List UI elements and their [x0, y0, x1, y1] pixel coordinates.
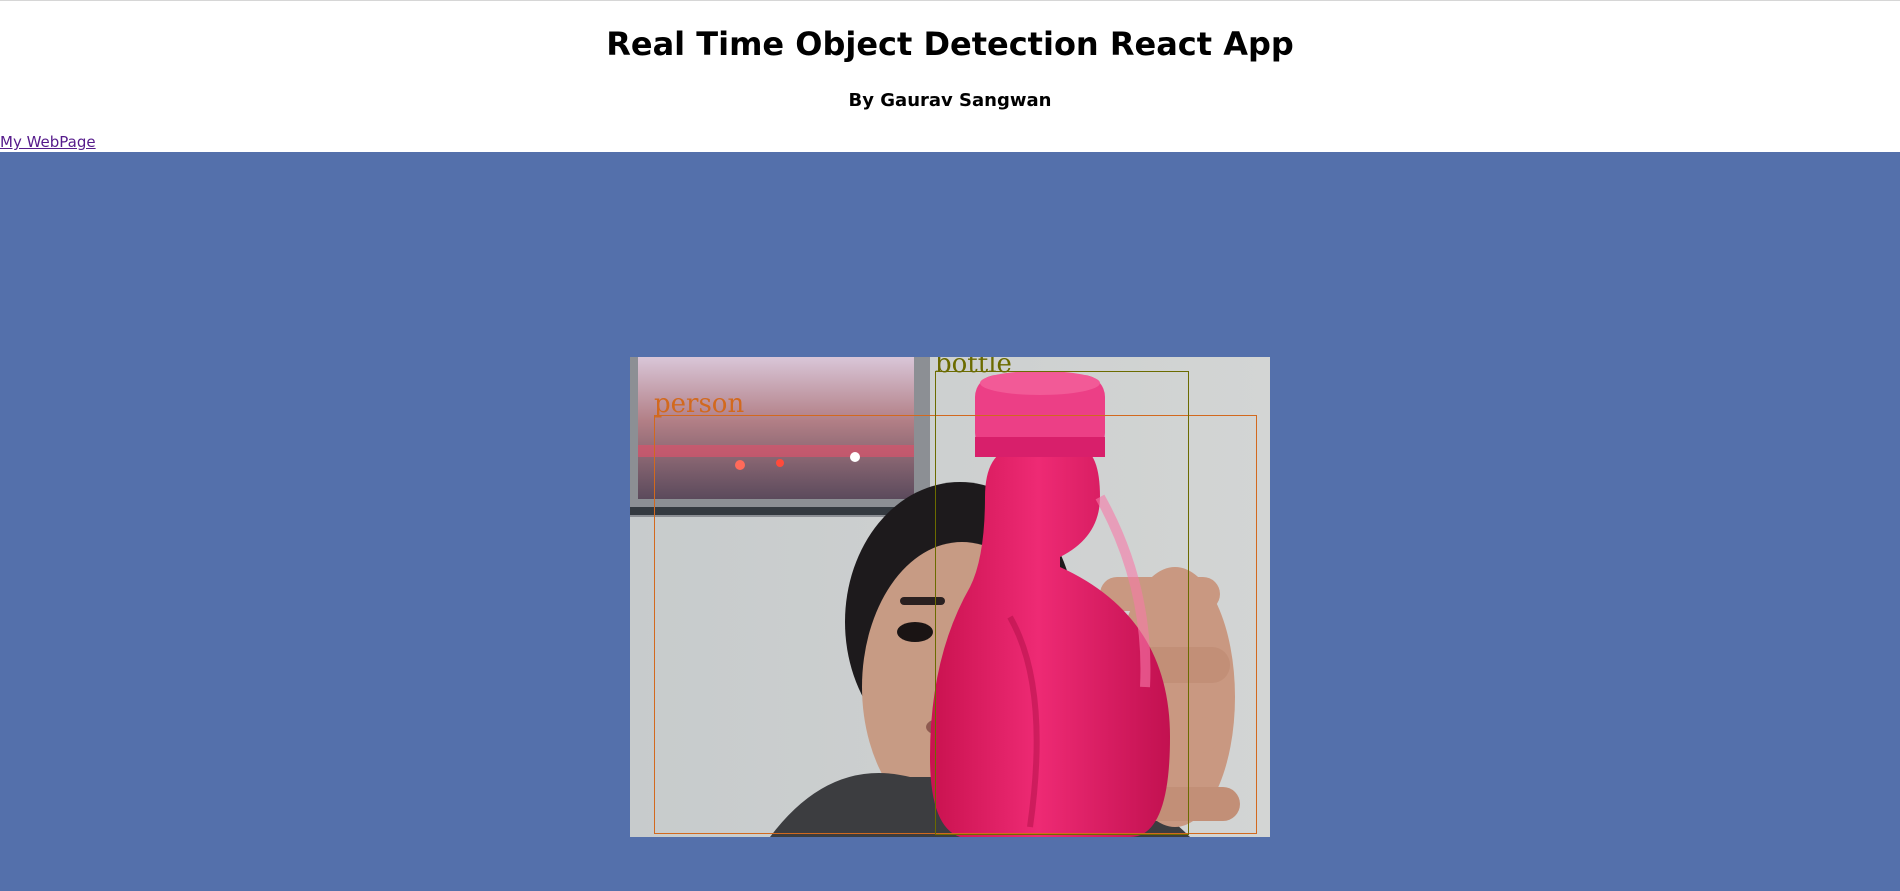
webcam-feed: person bottle — [630, 357, 1270, 837]
page-title: Real Time Object Detection React App — [606, 25, 1294, 63]
detection-area: person bottle — [0, 152, 1900, 891]
my-webpage-link[interactable]: My WebPage — [0, 133, 96, 151]
person-detection-label: person — [654, 389, 745, 419]
app-header: Real Time Object Detection React App By … — [0, 0, 1900, 152]
bottle-bounding-box — [935, 371, 1189, 835]
bottle-detection-label: bottle — [935, 357, 1012, 379]
author-byline: By Gaurav Sangwan — [848, 90, 1052, 111]
